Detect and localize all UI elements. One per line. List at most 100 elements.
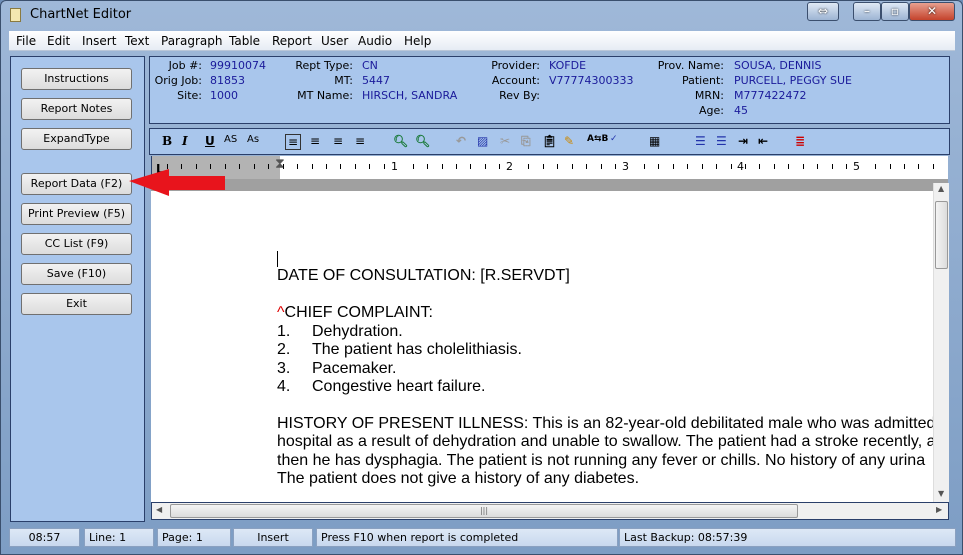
bold-button[interactable]: B	[162, 134, 172, 148]
scroll-right-icon[interactable]: ▶	[936, 505, 942, 514]
ruler[interactable]: L ⧗ 1 2 3 4 5	[151, 156, 948, 179]
underline-button[interactable]: U	[205, 134, 215, 148]
print-preview-button[interactable]: Print Preview (F5)	[21, 203, 132, 225]
ruler-number: 5	[853, 160, 860, 173]
ruler-tick	[817, 164, 819, 169]
ruler-tick	[542, 164, 544, 169]
vertical-scrollbar[interactable]: ▲ ▼	[933, 183, 949, 502]
resize-arrows-button[interactable]: ⇔	[807, 2, 839, 21]
menu-table[interactable]: Table	[229, 34, 260, 48]
scroll-down-icon[interactable]: ▼	[938, 489, 944, 498]
ruler-tick	[918, 164, 920, 169]
decrease-indent-icon[interactable]: ⇤	[758, 134, 768, 148]
replace-icon[interactable]: A⇆B	[587, 134, 608, 144]
list-text: Dehydration.	[312, 323, 403, 340]
list-text: The patient has cholelithiasis.	[312, 341, 522, 358]
menu-report[interactable]: Report	[272, 34, 312, 48]
cc-list-button[interactable]: CC List (F9)	[21, 233, 132, 255]
superscript-button[interactable]: AS	[224, 134, 237, 145]
italic-button[interactable]: I	[182, 134, 188, 148]
ruler-tick	[687, 164, 689, 169]
account-label: Account:	[491, 74, 540, 87]
spellcheck-icon[interactable]: ✓	[610, 134, 618, 144]
menu-help[interactable]: Help	[404, 34, 431, 48]
ruler-tick	[730, 164, 732, 169]
menu-audio[interactable]: Audio	[358, 34, 392, 48]
increase-indent-icon[interactable]: ⇥	[738, 134, 748, 148]
hpi-line: hospital as a result of dehydration and …	[277, 433, 933, 450]
justify-icon[interactable]: ≡	[333, 134, 343, 148]
menu-edit[interactable]: Edit	[47, 34, 70, 48]
zoom-out-icon[interactable]: 🔍︎	[393, 134, 408, 148]
exit-button[interactable]: Exit	[21, 293, 132, 315]
mrn-label: MRN:	[694, 89, 724, 102]
menu-paragraph[interactable]: Paragraph	[161, 34, 222, 48]
ruler-tick	[484, 164, 486, 169]
bullet-list-icon[interactable]: ☰	[695, 134, 706, 148]
ruler-tick	[831, 164, 833, 169]
page-break-icon[interactable]: ≣	[795, 134, 805, 148]
ruler-tick	[354, 164, 356, 169]
horizontal-scroll-thumb[interactable]: |||	[170, 504, 798, 518]
ruler-tick	[571, 164, 573, 169]
menu-insert[interactable]: Insert	[82, 34, 116, 48]
format-painter-icon[interactable]: ▨	[477, 134, 488, 148]
undo-icon[interactable]: ↶	[456, 134, 466, 148]
ruler-tick	[557, 164, 559, 169]
minimize-button[interactable]: –	[853, 2, 881, 21]
highlight-icon[interactable]: ✎	[564, 134, 574, 148]
subscript-button[interactable]: As	[247, 134, 259, 145]
ruler-tick	[773, 164, 775, 169]
status-page: Page: 1	[157, 528, 231, 547]
report-data-button[interactable]: Report Data (F2)	[21, 173, 132, 195]
ruler-tick	[427, 164, 429, 169]
save-button[interactable]: Save (F10)	[21, 263, 132, 285]
copy-icon[interactable]: ⎘	[521, 134, 531, 149]
zoom-in-icon[interactable]: 🔍︎	[415, 134, 430, 148]
align-center-icon[interactable]: ≡	[310, 134, 320, 148]
list-number: 4.	[277, 378, 291, 395]
menu-file[interactable]: File	[16, 34, 36, 48]
app-window: ChartNet Editor ⇔ – ▫ ✕ File Edit Insert…	[0, 0, 963, 555]
ruler-tick	[614, 164, 616, 169]
scroll-up-icon[interactable]: ▲	[938, 184, 944, 193]
instructions-button[interactable]: Instructions	[21, 68, 132, 90]
vertical-scroll-thumb[interactable]	[935, 201, 948, 269]
report-notes-button[interactable]: Report Notes	[21, 98, 132, 120]
status-bar: 08:57 Line: 1 Page: 1 Insert Press F10 w…	[9, 528, 956, 548]
ruler-tick	[325, 164, 327, 169]
expandtype-button[interactable]: ExpandType	[21, 128, 132, 150]
site-label: Site:	[177, 89, 202, 102]
ruler-tick	[889, 164, 891, 169]
text-cursor	[277, 251, 278, 267]
numbered-list-icon[interactable]: ☰	[716, 134, 727, 148]
ruler-tick	[875, 164, 877, 169]
orig-job-label: Orig Job:	[154, 74, 202, 87]
align-right-icon[interactable]: ≡	[355, 134, 365, 148]
cut-icon[interactable]: ✂	[500, 134, 510, 148]
menu-text[interactable]: Text	[125, 34, 149, 48]
list-number: 2.	[277, 341, 291, 358]
mt-name-label: MT Name:	[297, 89, 353, 102]
ruler-number: 1	[391, 160, 398, 173]
ruler-tick	[239, 164, 241, 169]
patient-label: Patient:	[681, 74, 724, 87]
ruler-tick	[369, 164, 371, 169]
list-item: 3. Pacemaker.	[277, 360, 396, 378]
chief-complaint-heading: CHIEF COMPLAINT:	[284, 304, 433, 321]
scroll-left-icon[interactable]: ◀	[156, 505, 162, 514]
ruler-tick	[846, 164, 848, 169]
table-icon[interactable]: ▦	[649, 134, 660, 148]
menu-user[interactable]: User	[321, 34, 348, 48]
document-editor[interactable]: DATE OF CONSULTATION: [R.SERVDT] ^CHIEF …	[151, 191, 933, 502]
horizontal-scrollbar[interactable]: ◀ ||| ▶	[151, 502, 949, 520]
ruler-tick	[340, 164, 342, 169]
align-left-icon[interactable]: ≡	[285, 134, 302, 150]
page-edge	[151, 179, 948, 191]
mrn-value: M777422472	[734, 89, 807, 102]
close-button[interactable]: ✕	[909, 2, 955, 21]
maximize-button[interactable]: ▫	[881, 2, 909, 21]
list-number: 3.	[277, 360, 291, 377]
title-bar: ChartNet Editor ⇔ – ▫ ✕	[1, 1, 962, 29]
paste-icon[interactable]: 📋︎	[542, 134, 557, 148]
